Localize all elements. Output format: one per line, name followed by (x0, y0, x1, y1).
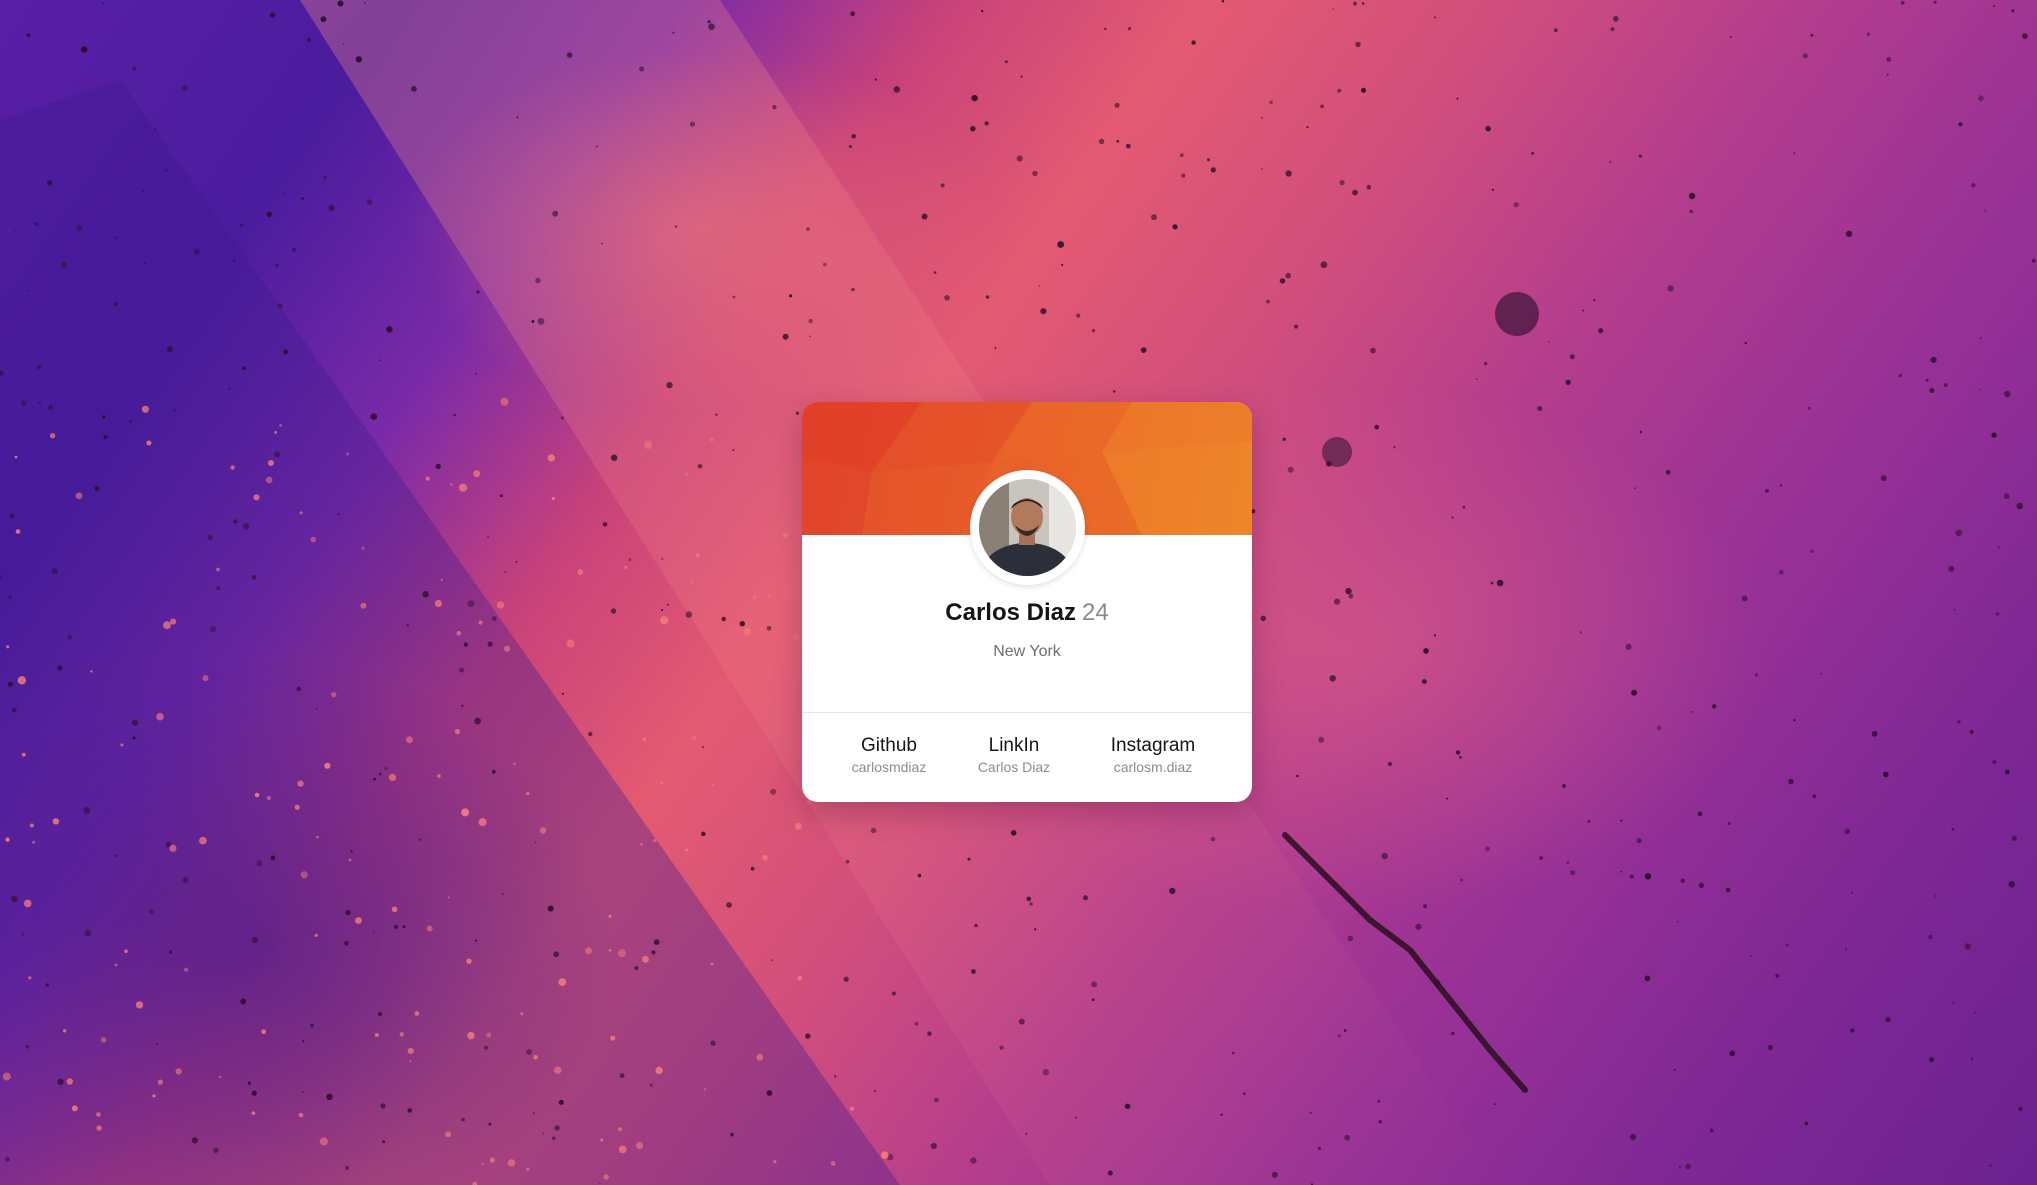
avatar-photo (979, 479, 1076, 576)
profile-name: Carlos Diaz (945, 599, 1076, 626)
social-link-instagram[interactable]: Instagram carlosm.diaz (1078, 735, 1228, 776)
profile-age: 24 (1082, 599, 1109, 626)
profile-location: New York (993, 643, 1061, 660)
social-label-linkedin: LinkIn (988, 735, 1040, 756)
card-divider (802, 712, 1252, 713)
social-handle-instagram: carlosm.diaz (1113, 759, 1193, 775)
social-label-instagram: Instagram (1110, 735, 1196, 756)
avatar[interactable] (970, 470, 1085, 585)
profile-name-line: Carlos Diaz 24 (802, 598, 1252, 628)
page-background: Carlos Diaz 24 New York Github carlosmdia… (0, 0, 2037, 1185)
social-handle-linkedin: Carlos Diaz (977, 759, 1051, 775)
social-link-linkedin[interactable]: LinkIn Carlos Diaz (939, 735, 1089, 776)
profile-card: Carlos Diaz 24 New York Github carlosmdia… (802, 402, 1252, 802)
